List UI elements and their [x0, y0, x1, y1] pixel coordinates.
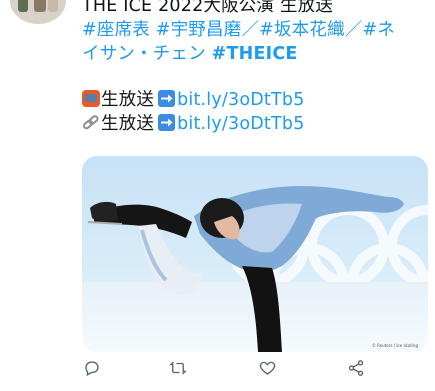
reply-button[interactable] [82, 358, 102, 378]
right-arrow-emoji-icon [158, 114, 176, 131]
reply-icon [85, 361, 99, 376]
heart-icon [259, 361, 275, 375]
photo-credit: © Reuters / Ice skating [371, 343, 418, 348]
tweet-line-link: 生放送 bit.ly/3oDtTb5 [82, 112, 427, 136]
right-arrow-emoji-icon [158, 90, 176, 107]
separator-text: ／ [241, 20, 260, 40]
retweet-icon [169, 361, 187, 375]
hashtag-link-continuation[interactable]: イサン・チェン [82, 44, 206, 64]
link-emoji-icon [82, 114, 100, 131]
hashtag-link[interactable]: #座席表 [82, 20, 150, 40]
tweet-line-hashtags: #座席表 #宇野昌磨／#坂本花織／#ネ [82, 18, 427, 42]
tweet-line-broadcast: 生放送 bit.ly/3oDtTb5 [82, 88, 427, 112]
hashtag-link[interactable]: #THEICE [212, 44, 298, 64]
tweet-line-hashtags-cont: イサン・チェン #THEICE [82, 42, 427, 66]
tv-emoji-icon [82, 90, 100, 107]
url-link[interactable]: bit.ly/3oDtTb5 [177, 114, 304, 134]
link-label: 生放送 [101, 114, 155, 134]
share-icon [348, 360, 364, 376]
retweet-button[interactable] [168, 358, 188, 378]
broadcast-label: 生放送 [101, 90, 155, 110]
share-button[interactable] [346, 358, 366, 378]
tweet-text: THE ICE 2022大阪公演 生放送 #座席表 #宇野昌磨／#坂本花織／#ネ… [82, 0, 427, 136]
tweet-actions [82, 356, 427, 380]
hashtag-link[interactable]: #坂本花織 [259, 20, 345, 40]
avatar-figure [18, 0, 28, 12]
avatar-figure [48, 0, 58, 12]
hashtag-link[interactable]: #宇野昌磨 [156, 20, 242, 40]
tweet-line-title: THE ICE 2022大阪公演 生放送 [82, 0, 334, 16]
like-button[interactable] [257, 358, 277, 378]
avatar-figure [34, 0, 46, 12]
url-link[interactable]: bit.ly/3oDtTb5 [177, 90, 304, 110]
separator-text: ／ [344, 20, 363, 40]
tweet-card[interactable]: THE ICE 2022大阪公演 生放送 #座席表 #宇野昌磨／#坂本花織／#ネ… [0, 0, 435, 391]
avatar[interactable] [10, 0, 66, 24]
tweet-photo[interactable]: © Reuters / Ice skating [82, 156, 428, 352]
hashtag-link[interactable]: #ネ [362, 20, 395, 40]
line-spacer [82, 66, 427, 88]
skater-figure [87, 186, 404, 352]
